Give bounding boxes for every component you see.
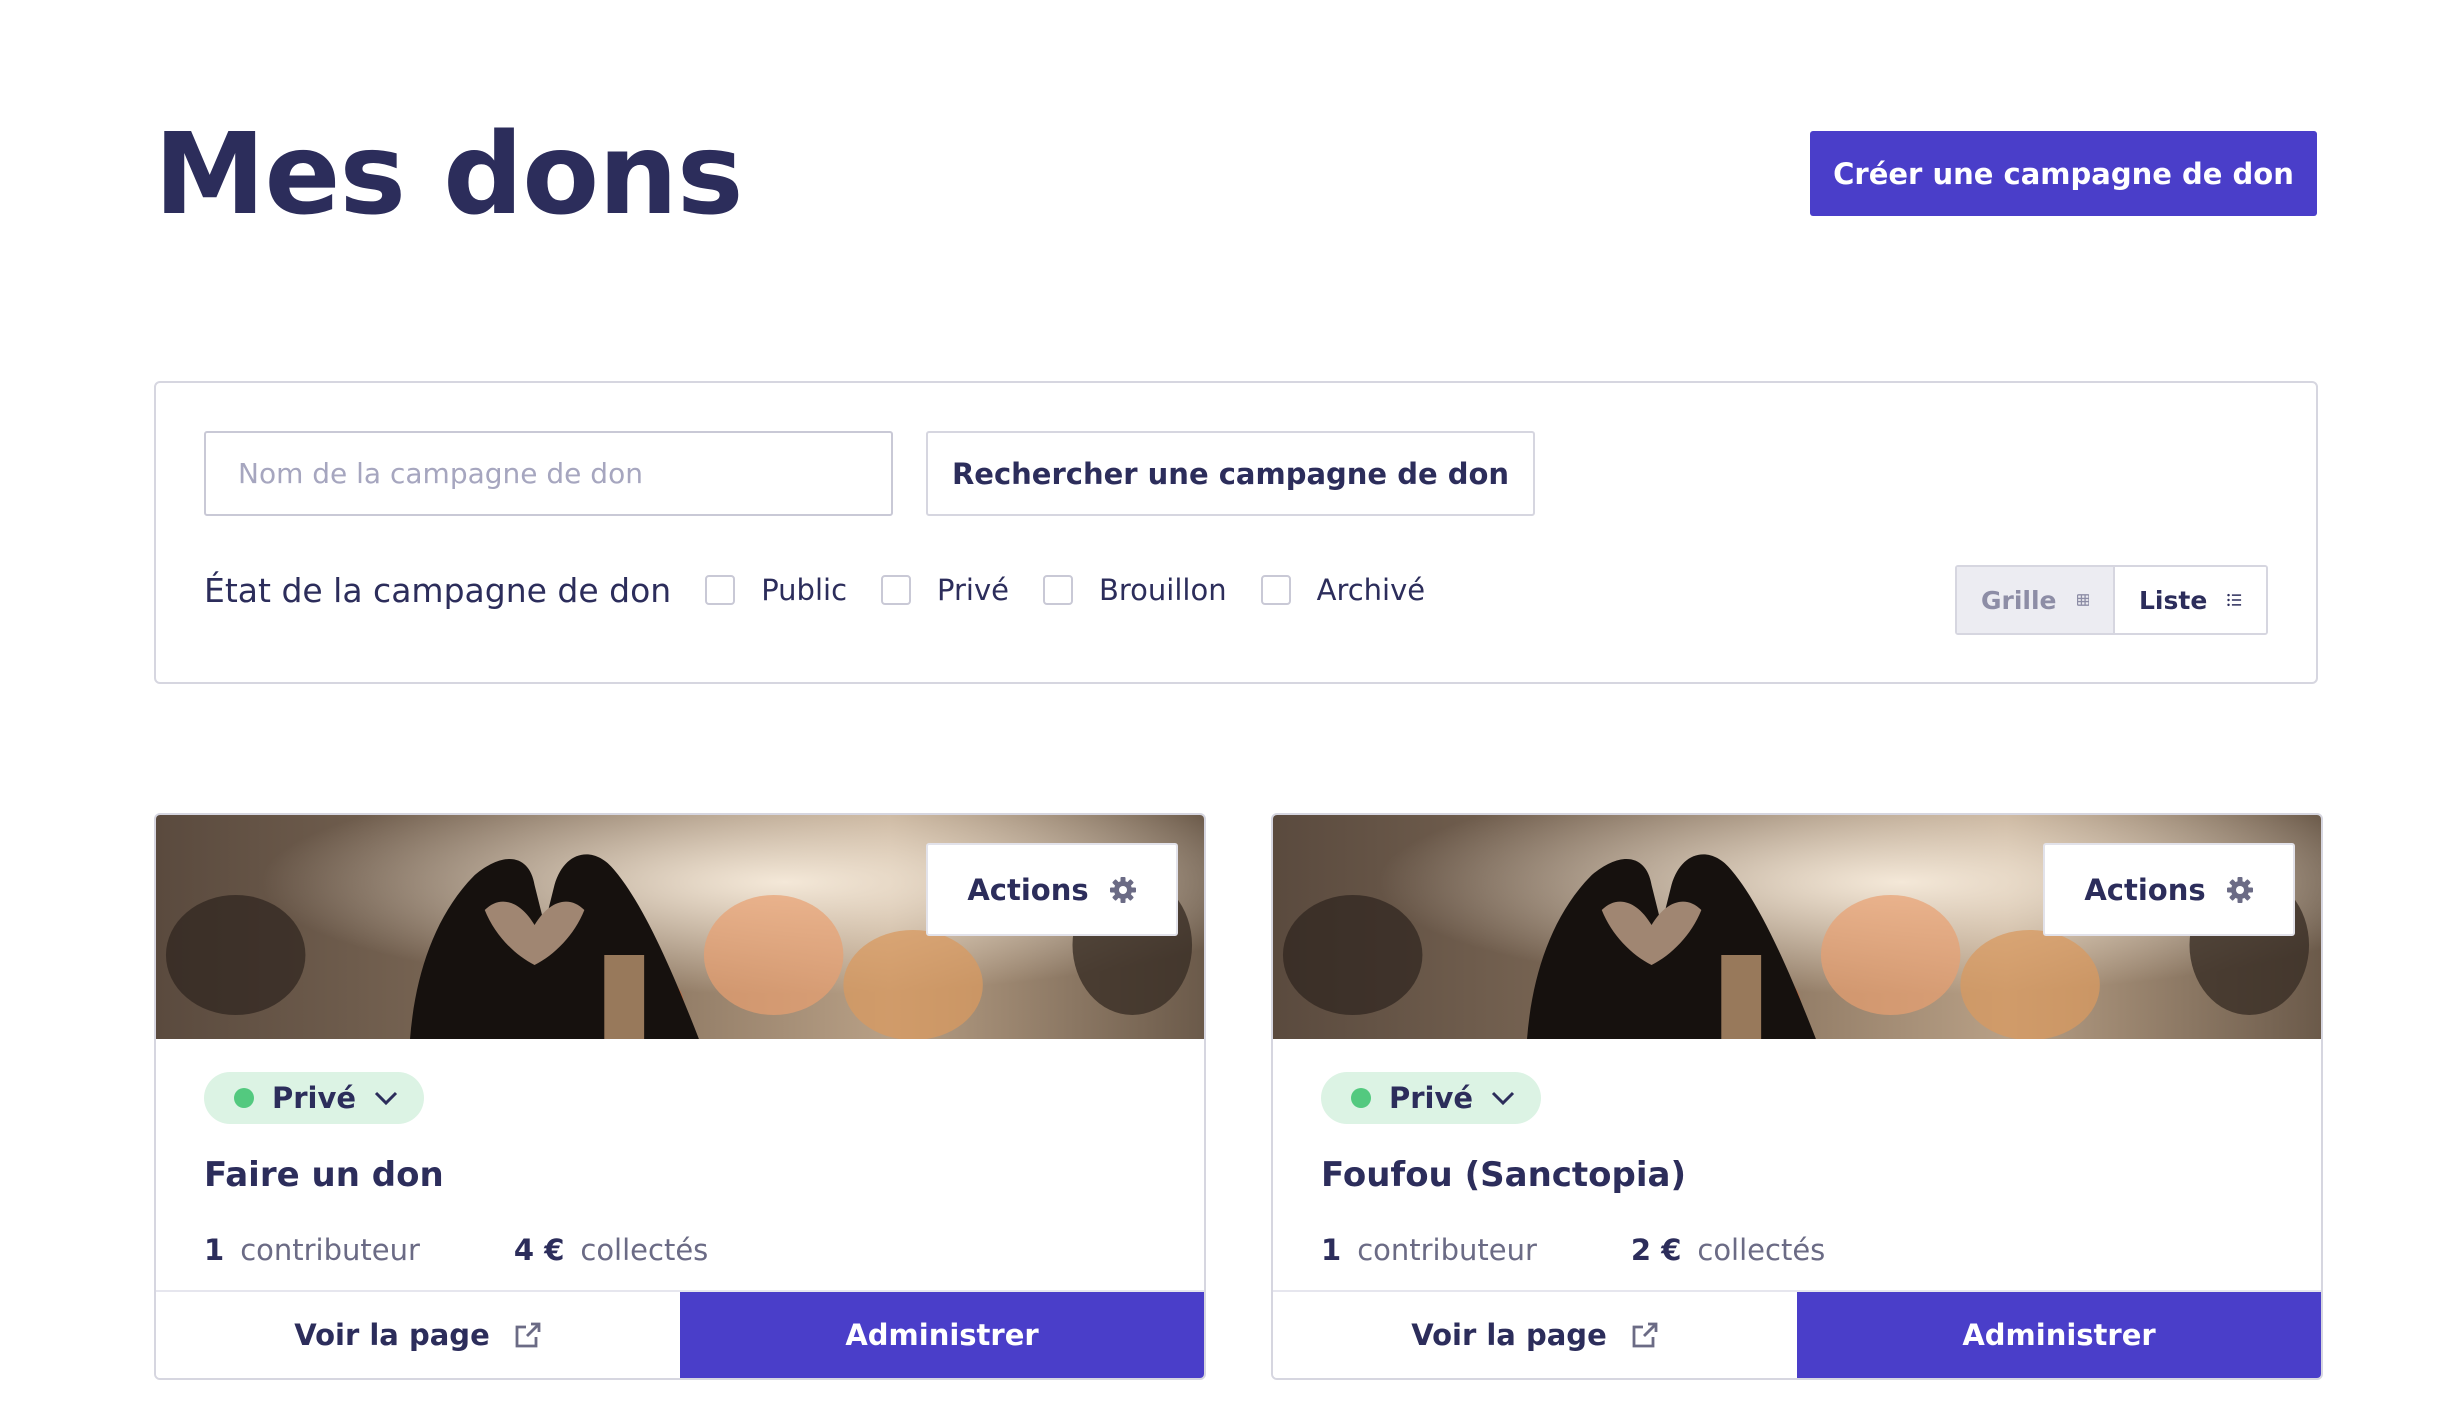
view-page-button[interactable]: Voir la page <box>156 1292 680 1378</box>
archived-checkbox-label: Archivé <box>1316 573 1426 607</box>
amount-value: 2 € <box>1630 1233 1682 1267</box>
state-filter-private[interactable]: Privé <box>881 573 1009 607</box>
list-view-label: Liste <box>2139 585 2208 615</box>
view-toggle: Grille Liste <box>1955 565 2268 635</box>
campaign-stats: 1 contributeur 4 € collectés <box>204 1233 708 1267</box>
list-icon <box>2227 593 2242 607</box>
status-label: Privé <box>272 1081 357 1115</box>
status-dot-icon <box>1351 1088 1371 1108</box>
campaign-card: Actions Privé Faire un don 1 contributeu… <box>154 813 1206 1380</box>
state-filter-label: État de la campagne de don <box>204 570 672 610</box>
view-page-label: Voir la page <box>294 1318 490 1352</box>
status-badge-dropdown[interactable]: Privé <box>1321 1072 1542 1124</box>
campaign-name-search-input[interactable] <box>204 431 893 516</box>
contributors-label: contributeur <box>240 1233 420 1267</box>
external-link-icon <box>1632 1322 1658 1348</box>
card-footer: Voir la page Administrer <box>1273 1290 2321 1378</box>
actions-label: Actions <box>967 872 1089 907</box>
contributors-stat: 1 contributeur <box>1321 1233 1537 1267</box>
private-checkbox-label: Privé <box>937 573 1009 607</box>
contributors-label: contributeur <box>1357 1233 1537 1267</box>
private-checkbox[interactable] <box>881 575 912 605</box>
actions-label: Actions <box>2084 872 2206 907</box>
contributors-stat: 1 contributeur <box>204 1233 420 1267</box>
contributors-count: 1 <box>204 1233 225 1267</box>
search-campaign-button[interactable]: Rechercher une campagne de don <box>926 431 1535 516</box>
state-filter-row: État de la campagne de don Public Privé … <box>204 565 1459 615</box>
draft-checkbox-label: Brouillon <box>1099 573 1227 607</box>
card-footer: Voir la page Administrer <box>156 1290 1204 1378</box>
create-campaign-button[interactable]: Créer une campagne de don <box>1810 131 2317 216</box>
actions-button[interactable]: Actions <box>2043 843 2295 936</box>
chevron-down-icon <box>375 1091 398 1106</box>
archived-checkbox[interactable] <box>1260 575 1291 605</box>
campaign-stats: 1 contributeur 2 € collectés <box>1321 1233 1825 1267</box>
gear-icon <box>1109 876 1136 903</box>
amount-label: collectés <box>1697 1233 1826 1267</box>
view-page-button[interactable]: Voir la page <box>1273 1292 1797 1378</box>
filter-panel: Rechercher une campagne de don État de l… <box>154 381 2318 684</box>
draft-checkbox[interactable] <box>1043 575 1073 605</box>
grid-view-button[interactable]: Grille <box>1957 567 2115 633</box>
status-badge-dropdown[interactable]: Privé <box>204 1072 425 1124</box>
contributors-count: 1 <box>1321 1233 1342 1267</box>
public-checkbox[interactable] <box>705 575 736 605</box>
actions-button[interactable]: Actions <box>926 843 1178 936</box>
public-checkbox-label: Public <box>761 573 848 607</box>
amount-label: collectés <box>580 1233 709 1267</box>
administer-button[interactable]: Administrer <box>680 1292 1204 1378</box>
administer-button[interactable]: Administrer <box>1797 1292 2321 1378</box>
grid-icon <box>2076 594 2089 606</box>
amount-value: 4 € <box>513 1233 565 1267</box>
state-filter-public[interactable]: Public <box>705 573 847 607</box>
amount-stat: 2 € collectés <box>1631 1233 1825 1267</box>
status-label: Privé <box>1389 1081 1474 1115</box>
campaign-title: Foufou (Sanctopia) <box>1321 1155 1687 1195</box>
state-filter-archived[interactable]: Archivé <box>1260 573 1426 607</box>
amount-stat: 4 € collectés <box>514 1233 708 1267</box>
grid-view-label: Grille <box>1981 585 2057 615</box>
view-page-label: Voir la page <box>1411 1318 1607 1352</box>
campaign-title: Faire un don <box>204 1155 444 1195</box>
page-title: Mes dons <box>154 110 744 240</box>
campaign-card: Actions Privé Foufou (Sanctopia) 1 contr… <box>1271 813 2323 1380</box>
list-view-button[interactable]: Liste <box>2115 567 2266 633</box>
status-dot-icon <box>234 1088 254 1108</box>
chevron-down-icon <box>1492 1091 1515 1106</box>
state-filter-draft[interactable]: Brouillon <box>1043 573 1227 607</box>
external-link-icon <box>515 1322 541 1348</box>
gear-icon <box>2226 876 2253 903</box>
